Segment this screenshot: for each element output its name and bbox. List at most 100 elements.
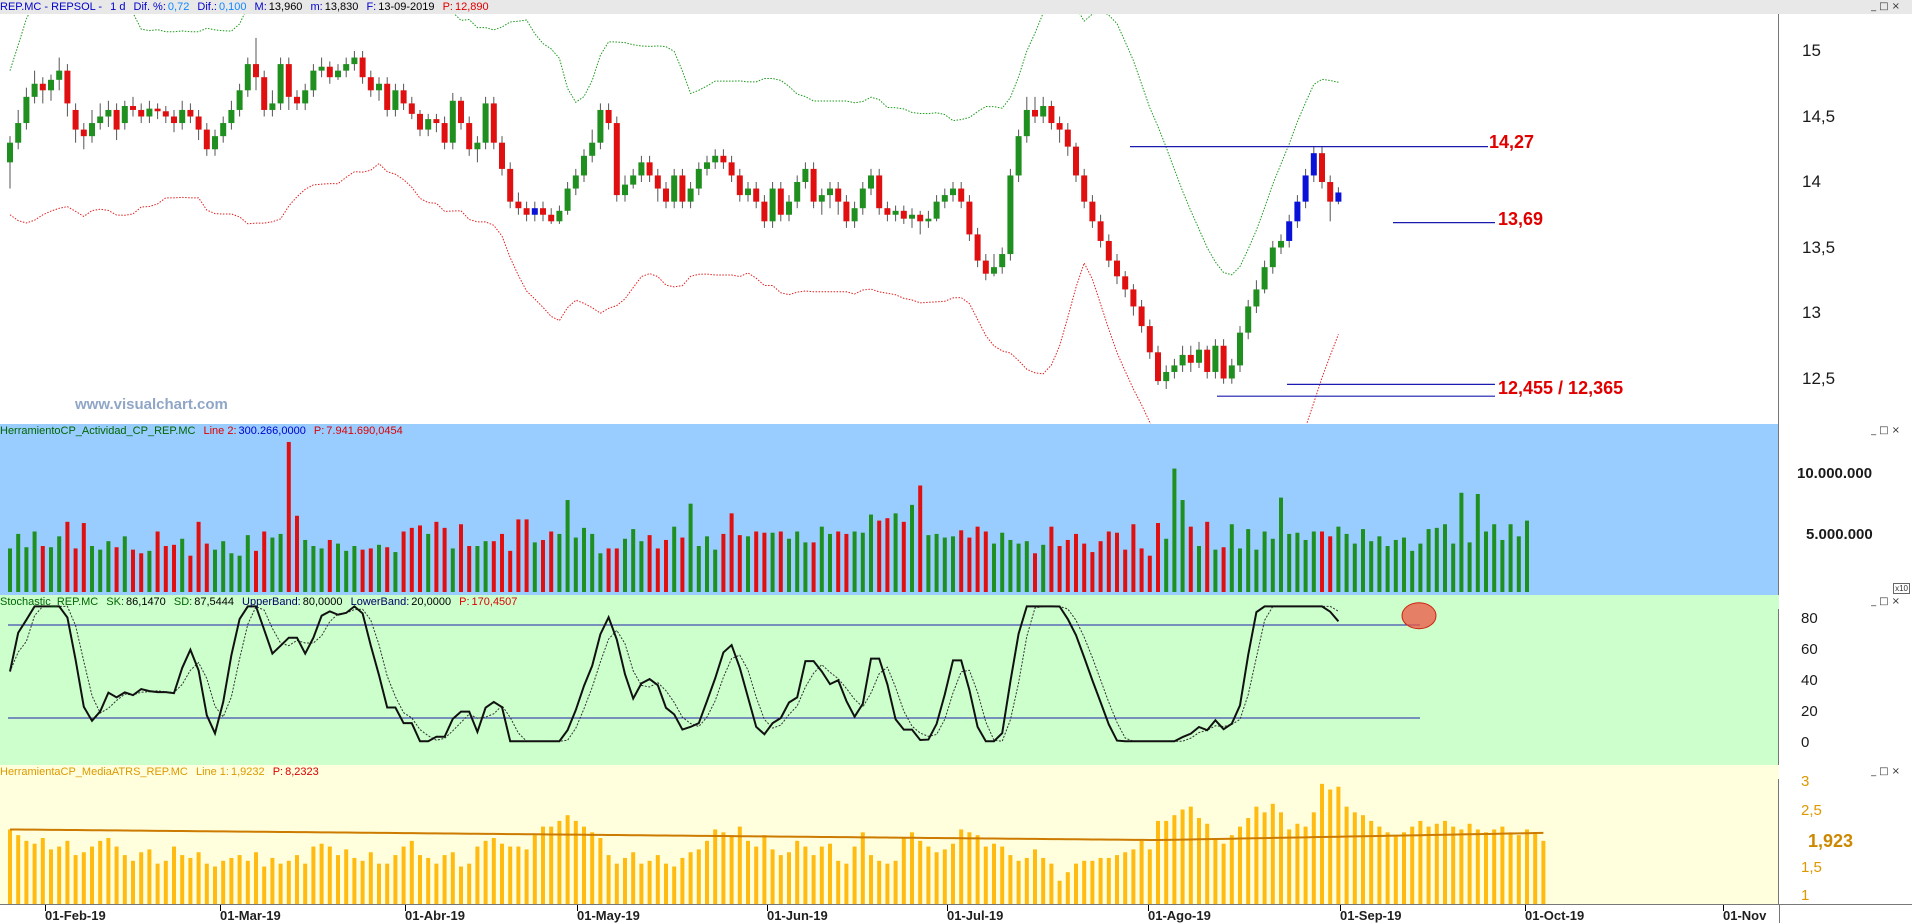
candle <box>728 162 735 176</box>
volume-bar <box>32 531 37 592</box>
price-tick-3: 13,5 <box>1802 238 1836 257</box>
candle <box>417 113 423 130</box>
candle <box>613 123 620 196</box>
candle <box>1196 349 1202 363</box>
atr-bar <box>1188 806 1193 904</box>
candle <box>1253 289 1260 307</box>
volume-bar <box>311 546 316 592</box>
stoch-window-buttons[interactable]: _□× <box>1871 596 1903 607</box>
volume-bar <box>869 514 873 592</box>
candle <box>1114 260 1120 277</box>
candle <box>1146 326 1153 353</box>
atr-bar <box>483 840 488 904</box>
atr-bar <box>1180 809 1185 904</box>
candle <box>261 77 268 110</box>
volume-bar <box>327 539 332 592</box>
volume-bar <box>828 533 832 592</box>
volume-bar <box>81 523 86 592</box>
candle <box>1064 129 1071 147</box>
atr-bar <box>1402 832 1406 904</box>
volume-tick-0: 10.000.000 <box>1797 465 1873 482</box>
watermark: www.visualchart.com <box>75 396 228 413</box>
atr-bar <box>229 857 234 904</box>
atr-bar <box>672 866 677 904</box>
volume-bar <box>1164 538 1169 592</box>
candle <box>171 116 177 124</box>
atr-bar <box>1131 849 1136 904</box>
candle <box>671 175 678 202</box>
volume-bar <box>295 515 299 592</box>
stochastic-panel[interactable]: Stochastic_REP.MC SK: 86,1470 SD: 87,5444 … <box>0 595 1912 765</box>
atr-line-label: Line 1: <box>195 766 229 778</box>
volume-line-value: 300.266,0000 <box>238 425 306 437</box>
candle <box>31 83 38 97</box>
price-tick-2: 14 <box>1802 172 1821 191</box>
atr-y-axis: 3 2,5 1,923 1,5 1 <box>1778 773 1912 904</box>
date-label: 01-May-19 <box>577 908 640 923</box>
level-label-resistance: 14,27 <box>1489 132 1535 152</box>
volume-bar <box>352 546 357 592</box>
volume-bar <box>713 549 718 592</box>
atr-bar <box>377 863 381 904</box>
volume-bar <box>336 543 340 592</box>
atr-bar <box>1377 826 1382 904</box>
price-y-axis: 15 14,5 14 13,5 13 12,5 <box>1778 14 1912 424</box>
candle <box>1171 365 1178 372</box>
candle <box>1138 306 1145 327</box>
volume-bar <box>926 535 931 592</box>
candle <box>474 142 481 150</box>
atr-bar <box>549 826 554 904</box>
volume-bar <box>1303 539 1308 592</box>
volume-bar <box>1459 492 1464 592</box>
candle <box>507 168 514 202</box>
candle <box>449 100 456 143</box>
candle <box>679 175 686 202</box>
atr-bar <box>467 863 472 904</box>
atr-window-buttons[interactable]: _□× <box>1871 766 1903 777</box>
volume-bar <box>975 526 980 592</box>
candle <box>343 64 350 71</box>
atr-bar <box>1197 818 1201 904</box>
atr-bar <box>57 846 62 904</box>
candle <box>712 155 719 163</box>
atr-bar <box>975 835 980 904</box>
stoch-tick-0: 0 <box>1801 734 1810 751</box>
volume-chart[interactable] <box>0 424 1779 595</box>
price-window-buttons[interactable]: _□× <box>1871 1 1903 12</box>
atr-bar <box>967 832 972 904</box>
candle <box>687 188 694 202</box>
stochastic-chart[interactable] <box>0 595 1779 765</box>
atr-bar <box>664 863 668 904</box>
volume-indicator-name: HerramientoCP_Actividad_CP_REP.MC <box>0 425 196 437</box>
candle <box>1015 136 1022 176</box>
candle <box>1269 247 1276 268</box>
atr-bar <box>992 843 996 904</box>
candle <box>351 57 358 65</box>
volume-bar <box>1443 524 1447 592</box>
atr-chart[interactable] <box>0 765 1779 904</box>
volume-bar <box>942 537 947 592</box>
volume-window-buttons[interactable]: _□× <box>1871 425 1903 436</box>
atr-bar <box>1385 832 1390 904</box>
candle <box>761 201 768 222</box>
candle <box>15 123 22 143</box>
atr-panel[interactable]: HerramientaCP_MediaATRS_REP.MC Line 1: 1,… <box>0 765 1912 904</box>
volume-bar <box>1492 524 1497 592</box>
volume-bar <box>623 538 627 592</box>
atr-bar <box>163 860 168 904</box>
volume-bar <box>1139 548 1144 592</box>
candle <box>523 208 530 215</box>
dif-pct-label: Dif. %: <box>133 1 166 13</box>
volume-bar <box>1147 555 1152 592</box>
atr-tick-1: 1 <box>1801 887 1810 904</box>
candle <box>974 234 981 261</box>
volume-bar <box>278 533 283 592</box>
volume-panel[interactable]: HerramientoCP_Actividad_CP_REP.MC Line 2… <box>0 424 1912 595</box>
volume-bar <box>237 555 242 592</box>
atr-bar <box>1295 823 1300 904</box>
volume-bar <box>475 546 480 592</box>
price-panel[interactable]: REP.MC - REPSOL - 1 d Dif. %: 0,72 Dif.: 0… <box>0 0 1912 424</box>
volume-bar <box>114 547 119 592</box>
candle <box>581 155 587 176</box>
volume-bar <box>8 548 12 592</box>
